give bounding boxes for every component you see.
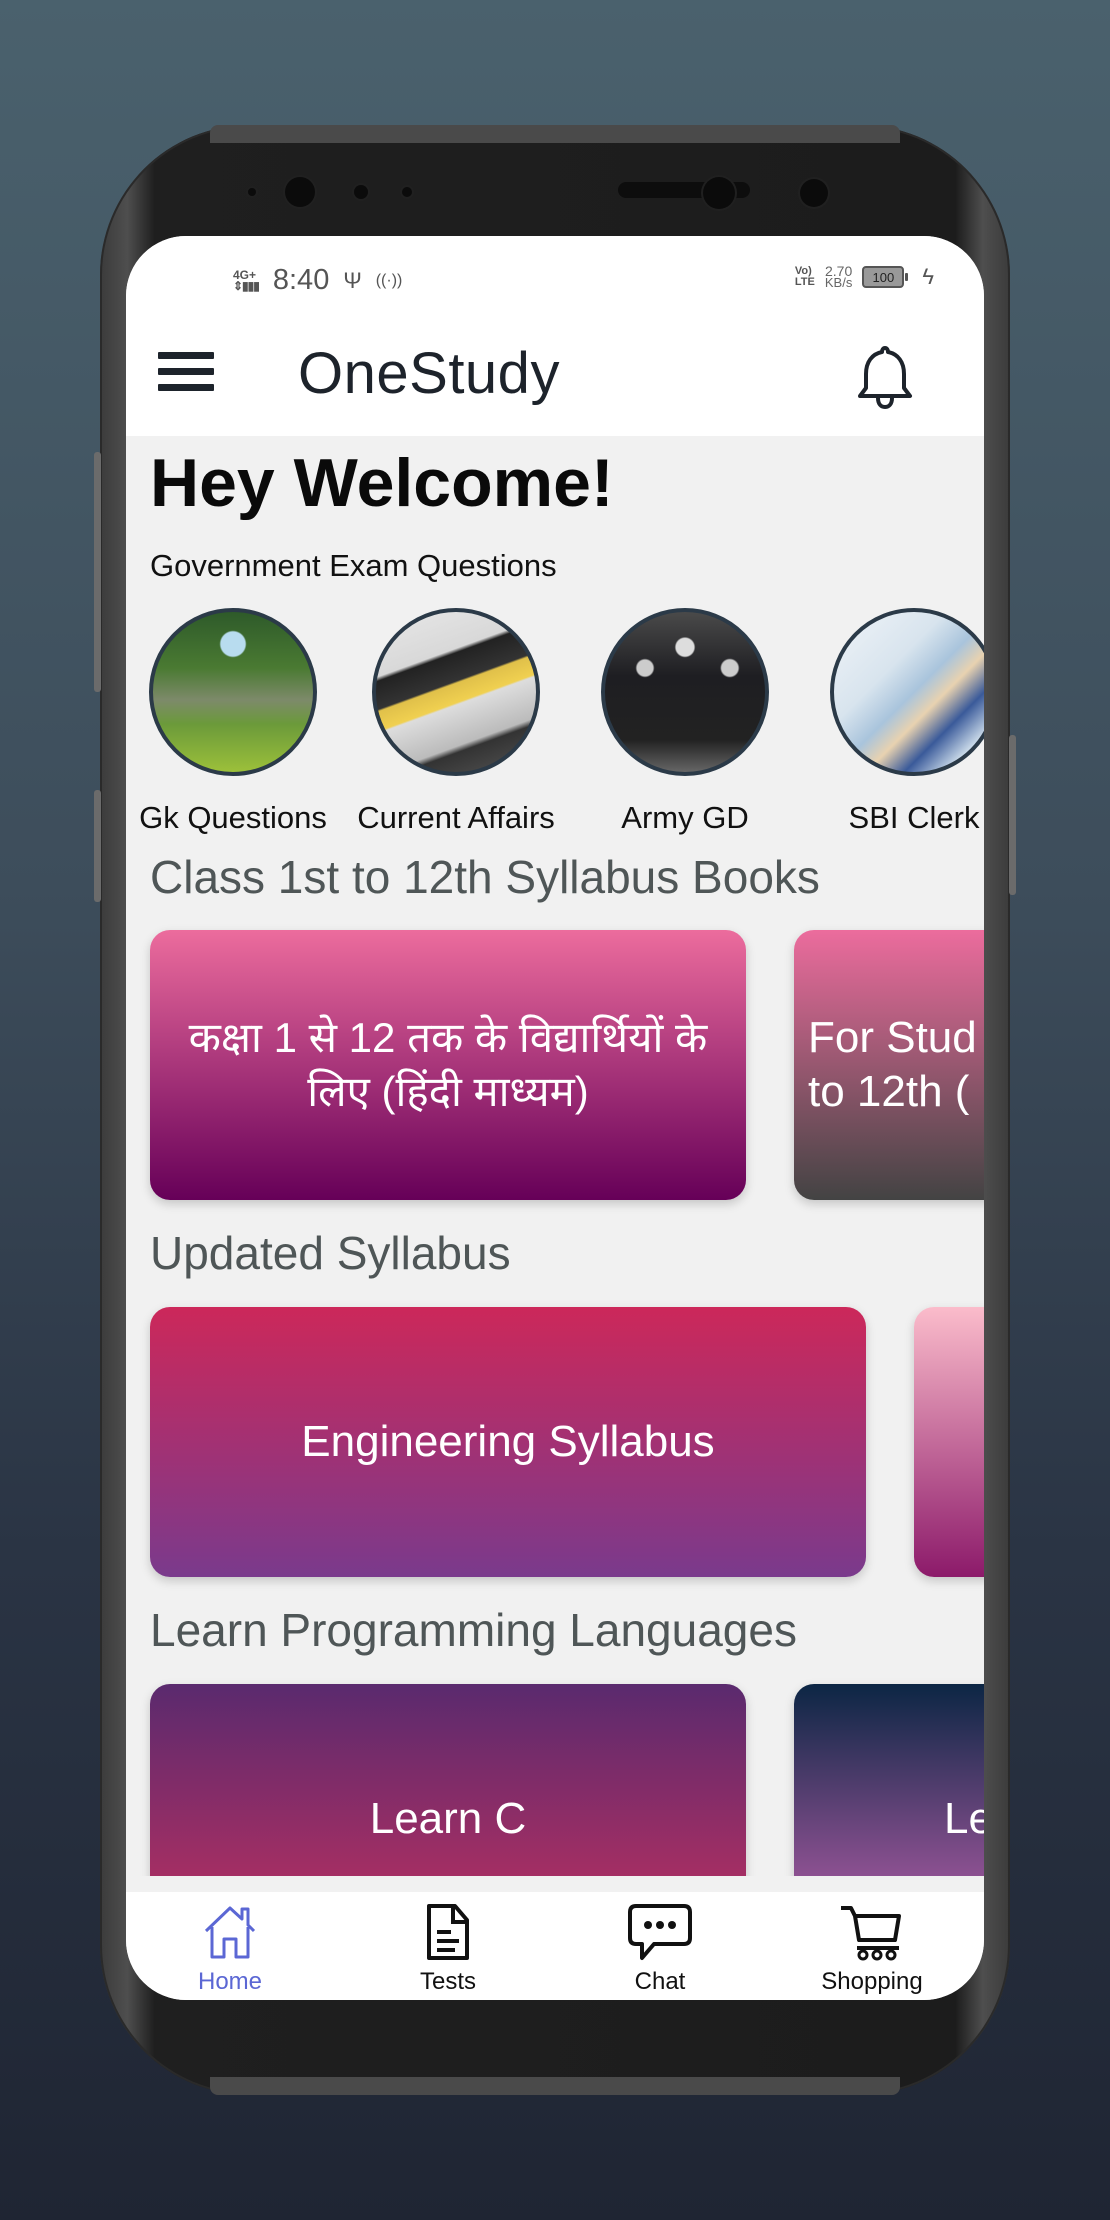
government-exam-subheading: Government Exam Questions xyxy=(150,548,557,583)
sensor-dot xyxy=(402,187,412,197)
syllabus-books-carousel[interactable]: कक्षा 1 से 12 तक के विद्यार्थियों के लिए… xyxy=(126,930,984,1220)
card-label: Le xyxy=(944,1794,984,1843)
exam-category-label: Army GD xyxy=(621,800,749,835)
home-icon xyxy=(140,1900,320,1964)
card-english-medium-books[interactable]: For Stud to 12th ( xyxy=(794,930,984,1200)
proximity-sensor xyxy=(248,188,256,196)
nav-label: Shopping xyxy=(821,1968,923,1995)
exam-category-label: SBI Clerk xyxy=(848,800,980,835)
network-speed: 2.70 KB/s xyxy=(824,264,853,290)
phone-screen: 4G+ ⇕▮▮▮ 8:40 Ψ ((·)) Vo) LTE 2.70 KB/s 1… xyxy=(126,236,984,2000)
bell-icon[interactable] xyxy=(854,342,916,412)
nav-chat[interactable]: Chat xyxy=(570,1900,750,1996)
programming-languages-carousel[interactable]: Learn C Le xyxy=(126,1684,984,1876)
phone-top-rim xyxy=(210,125,900,143)
phone-bottom-rim xyxy=(210,2077,900,2095)
card-label: Learn C xyxy=(369,1794,527,1843)
volte-icon: Vo) LTE xyxy=(794,265,815,288)
card-label: For Stud to 12th ( xyxy=(808,1013,977,1116)
card-engineering-syllabus[interactable]: Engineering Syllabus xyxy=(150,1307,866,1577)
power-button[interactable] xyxy=(1009,735,1016,895)
status-time: 8:40 xyxy=(272,264,330,296)
front-sensor xyxy=(800,179,828,207)
battery-level: 100 xyxy=(872,269,895,285)
nav-home[interactable]: Home xyxy=(140,1900,320,1996)
battery-icon: 100 xyxy=(862,266,909,288)
army-gd-image xyxy=(601,608,769,776)
front-camera-secondary xyxy=(703,177,735,209)
card-label: कक्षा 1 से 12 तक के विद्यार्थियों के लिए… xyxy=(188,1014,708,1115)
app-title: OneStudy xyxy=(298,341,560,406)
exam-category-label: Current Affairs xyxy=(357,800,555,835)
welcome-heading: Hey Welcome! xyxy=(150,445,614,521)
card-label: Engineering Syllabus xyxy=(301,1417,715,1466)
exam-category-carousel[interactable]: Gk Questions Current Affairs Army GD SBI… xyxy=(126,608,984,848)
nav-tests[interactable]: Tests xyxy=(358,1900,538,1996)
volume-up-button[interactable] xyxy=(94,452,101,692)
network-signal-icon: 4G+ ⇕▮▮▮ xyxy=(233,267,260,293)
section-title-updated-syllabus: Updated Syllabus xyxy=(150,1227,511,1279)
current-affairs-image xyxy=(372,608,540,776)
sbi-clerk-image xyxy=(830,608,984,776)
gk-questions-image xyxy=(149,608,317,776)
exam-category-gk-questions[interactable]: Gk Questions xyxy=(126,608,348,836)
hotspot-icon: ((·)) xyxy=(375,271,403,289)
sensor-dot xyxy=(354,185,368,199)
document-icon xyxy=(358,1900,538,1964)
nav-shopping[interactable]: Shopping xyxy=(782,1900,962,1996)
hamburger-menu-icon[interactable] xyxy=(158,352,214,398)
card-learn-next-language[interactable]: Le xyxy=(794,1684,984,1876)
front-camera xyxy=(285,177,315,207)
bottom-navigation: Home Tests Chat Shopping xyxy=(126,1892,984,2000)
card-hindi-medium-books[interactable]: कक्षा 1 से 12 तक के विद्यार्थियों के लिए… xyxy=(150,930,746,1200)
card-learn-c[interactable]: Learn C xyxy=(150,1684,746,1876)
status-bar: 4G+ ⇕▮▮▮ 8:40 Ψ ((·)) Vo) LTE 2.70 KB/s 1… xyxy=(126,236,984,326)
home-content[interactable]: Hey Welcome! Government Exam Questions G… xyxy=(126,436,984,1876)
chat-bubble-icon xyxy=(570,1900,750,1964)
card-updated-syllabus-next[interactable] xyxy=(914,1307,984,1577)
exam-category-label: Gk Questions xyxy=(139,800,327,835)
shopping-cart-icon xyxy=(782,1900,962,1964)
usb-icon: Ψ xyxy=(343,267,362,293)
exam-category-current-affairs[interactable]: Current Affairs xyxy=(341,608,571,836)
app-bar: OneStudy xyxy=(126,326,984,436)
updated-syllabus-carousel[interactable]: Engineering Syllabus xyxy=(126,1307,984,1597)
speed-unit: KB/s xyxy=(824,275,853,290)
section-title-syllabus-books: Class 1st to 12th Syllabus Books xyxy=(150,851,820,903)
nav-label: Tests xyxy=(419,1968,476,1995)
nav-label: Chat xyxy=(634,1968,686,1995)
charging-icon: ϟ xyxy=(922,264,934,289)
exam-category-sbi-clerk[interactable]: SBI Clerk xyxy=(799,608,984,836)
volume-down-button[interactable] xyxy=(94,790,101,902)
exam-category-army-gd[interactable]: Army GD xyxy=(570,608,800,836)
nav-label: Home xyxy=(197,1968,263,1995)
section-title-programming-languages: Learn Programming Languages xyxy=(150,1604,797,1656)
